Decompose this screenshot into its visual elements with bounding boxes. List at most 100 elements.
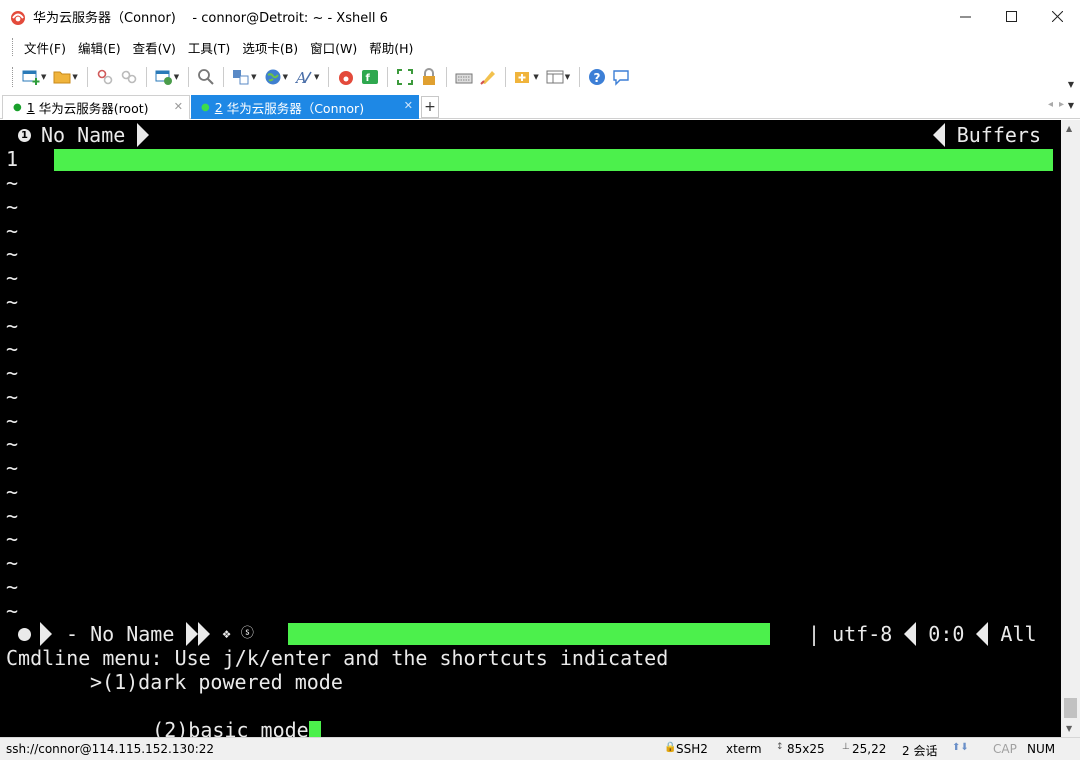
find-button[interactable] — [195, 66, 217, 88]
toolbar-separator — [505, 67, 507, 87]
xshell-icon — [339, 71, 354, 85]
highlight-button[interactable] — [477, 66, 499, 88]
menu-option-basic-row[interactable]: (2)basic mode — [104, 694, 321, 737]
minimize-icon — [959, 16, 971, 18]
toolbar: ▼ ▼ ▼ ▼ ▼ A ▼ f ▼ ▼ ? ▼ — [0, 62, 1080, 92]
tab-session-2[interactable]: ● 2 华为云服务器（Connor) ✕ — [191, 95, 419, 119]
toolbar-separator — [579, 67, 581, 87]
new-tab-button[interactable] — [512, 66, 534, 88]
terminal-area[interactable]: 1 No Name Buffers 1 ~ ~ ~ ~ ~ ~ ~ ~ ~ ~ ~ ~ ~ ~ ~ ~ ~ ~ ~ … — [0, 120, 1061, 737]
cursor-pos-icon: ⊥ — [842, 742, 850, 752]
status-connection: ssh://connor@114.115.152.130:22 — [6, 742, 215, 756]
dropdown-arrow-icon[interactable]: ▼ — [41, 73, 46, 81]
fullscreen-icon — [397, 69, 414, 85]
toolbar-separator — [188, 67, 190, 87]
properties-button[interactable] — [153, 66, 175, 88]
tab-bar: ● 1 华为云服务器(root) ✕ ● 2 华为云服务器（Connor) ✕ … — [0, 95, 1080, 119]
empty-line-tilde: ~ — [6, 598, 19, 623]
scroll-up-icon[interactable]: ▲ — [1066, 124, 1072, 133]
maximize-button[interactable] — [988, 0, 1034, 33]
empty-line-tilde: ~ — [6, 527, 19, 552]
toolbar-separator — [223, 67, 225, 87]
terminal-cursor — [308, 720, 321, 737]
new-session-icon — [22, 70, 40, 85]
dropdown-arrow-icon[interactable]: ▼ — [174, 73, 179, 81]
connected-dot-icon: ● — [13, 102, 22, 113]
tab-session-1[interactable]: ● 1 华为云服务器(root) ✕ — [2, 95, 190, 119]
fullscreen-button[interactable] — [394, 66, 416, 88]
layout-icon — [546, 70, 564, 84]
tab-number: 2 — [214, 99, 223, 115]
font-icon: A — [295, 69, 312, 86]
empty-line-tilde: ~ — [6, 432, 19, 457]
transfer-button[interactable] — [230, 66, 252, 88]
chat-button[interactable] — [610, 66, 632, 88]
font-button[interactable]: A — [293, 66, 315, 88]
open-button[interactable] — [51, 66, 73, 88]
menu-tabs[interactable]: 选项卡(B) — [236, 38, 304, 57]
tab-label: 华为云服务器（Connor) — [226, 100, 365, 116]
tab-list-dropdown-icon[interactable]: ▼ — [1068, 101, 1074, 110]
svg-text:A: A — [295, 69, 307, 86]
menu-option-dark[interactable]: >(1)dark powered mode — [90, 670, 343, 694]
disconnect-button[interactable] — [94, 66, 116, 88]
globe-button[interactable] — [262, 66, 284, 88]
dropdown-arrow-icon[interactable]: ▼ — [314, 73, 319, 81]
maximize-icon — [1005, 11, 1017, 22]
menu-edit[interactable]: 编辑(E) — [72, 38, 127, 57]
dropdown-arrow-icon[interactable]: ▼ — [283, 73, 288, 81]
lock-status-icon: 🔒 — [664, 742, 677, 753]
tabline-buffer-name: No Name — [41, 123, 126, 147]
terminal-scrollbar[interactable]: ▲ ▼ — [1061, 120, 1080, 737]
highlight-icon — [480, 71, 496, 85]
keyboard-icon — [455, 73, 473, 84]
vim-statusline-left: - No Name ❖ ⓢ — [40, 622, 254, 646]
close-button[interactable] — [1034, 0, 1080, 33]
statusline-encoding: | utf-8 — [808, 622, 893, 646]
disconnect-icon — [97, 69, 113, 85]
xftp-button[interactable]: f — [359, 66, 381, 88]
transfer-arrows-icon: ⬆⬇ — [952, 742, 969, 753]
buffer-number-icon: 1 — [18, 128, 31, 142]
toolbar-separator — [387, 67, 389, 87]
dropdown-arrow-icon[interactable]: ▼ — [565, 73, 570, 81]
statusline-scroll: All — [1000, 622, 1037, 646]
reconnect-button[interactable] — [118, 66, 140, 88]
help-button[interactable]: ? — [586, 66, 608, 88]
empty-line-tilde: ~ — [6, 479, 19, 504]
scroll-down-icon[interactable]: ▼ — [1066, 724, 1072, 733]
dropdown-arrow-icon[interactable]: ▼ — [72, 73, 77, 81]
help-icon: ? — [589, 69, 606, 85]
tab-close-icon[interactable]: ✕ — [404, 99, 413, 112]
empty-line-tilde: ~ — [6, 503, 19, 528]
menu-tools[interactable]: 工具(T) — [182, 38, 236, 57]
toolbar-overflow-icon[interactable]: ▼ — [1068, 80, 1074, 89]
powerline-arrow-right-icon — [137, 123, 150, 147]
empty-line-tilde: ~ — [6, 289, 19, 314]
new-session-button[interactable] — [20, 66, 42, 88]
layout-button[interactable] — [544, 66, 566, 88]
dropdown-arrow-icon[interactable]: ▼ — [533, 73, 538, 81]
dropdown-arrow-icon[interactable]: ▼ — [251, 73, 256, 81]
line-number: 1 — [6, 147, 19, 171]
empty-line-tilde: ~ — [6, 408, 19, 433]
minimize-button[interactable] — [942, 0, 988, 33]
scrollbar-thumb[interactable] — [1064, 698, 1077, 718]
transfer-icon — [233, 70, 249, 85]
status-size: 85x25 — [787, 742, 825, 756]
size-icon: ↕ — [776, 742, 784, 752]
xshell-logo-icon — [11, 10, 25, 25]
menu-window[interactable]: 窗口(W) — [304, 38, 363, 57]
keyboard-button[interactable] — [453, 66, 475, 88]
menu-help[interactable]: 帮助(H) — [363, 38, 419, 57]
add-tab-button[interactable]: + — [421, 96, 439, 118]
menu-view[interactable]: 查看(V) — [127, 38, 182, 57]
lock-icon — [423, 68, 436, 85]
powerline-arrow-left-icon — [976, 622, 989, 646]
tab-close-icon[interactable]: ✕ — [174, 100, 183, 113]
xshell-button[interactable] — [335, 66, 357, 88]
menu-file[interactable]: 文件(F) — [18, 38, 72, 57]
lock-button[interactable] — [418, 66, 440, 88]
tab-scroll-arrows-icon[interactable]: ◂▸ — [1048, 99, 1070, 110]
toolbar-grip — [12, 67, 15, 87]
